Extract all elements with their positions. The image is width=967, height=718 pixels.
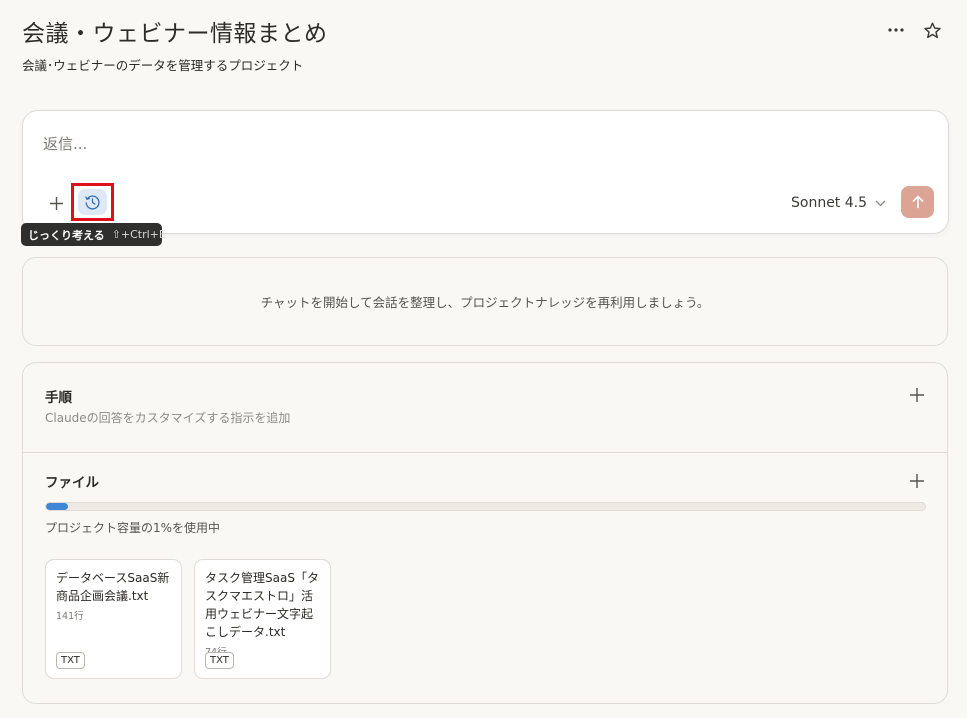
- tooltip-shortcut: ⇧+Ctrl+E: [111, 228, 166, 241]
- project-knowledge-panel: 手順 Claudeの回答をカスタマイズする指示を追加 ファイル プロジェクト容量…: [22, 362, 948, 704]
- star-button[interactable]: [920, 18, 944, 42]
- add-file-button[interactable]: [907, 471, 927, 491]
- message-composer: Sonnet 4.5: [22, 110, 949, 234]
- star-icon: [923, 22, 941, 38]
- reply-input[interactable]: [43, 135, 743, 153]
- instructions-description: Claudeの回答をカスタマイズする指示を追加: [45, 411, 291, 425]
- add-attachment-button[interactable]: [45, 192, 67, 214]
- more-options-button[interactable]: [884, 18, 908, 42]
- file-line-count: 141行: [56, 611, 84, 622]
- file-name: データベースSaaS新商品企画会議.txt: [56, 571, 170, 603]
- more-horizontal-icon: [888, 28, 904, 32]
- send-button[interactable]: [901, 186, 934, 218]
- file-card[interactable]: データベースSaaS新商品企画会議.txt 141行 TXT: [45, 559, 182, 679]
- page-title: 会議・ウェビナー情報まとめ: [22, 21, 328, 47]
- model-name: Sonnet 4.5: [791, 195, 868, 211]
- arrow-up-icon: [912, 195, 923, 209]
- storage-usage-text: プロジェクト容量の1%を使用中: [45, 521, 221, 535]
- plus-icon: [910, 474, 924, 488]
- tooltip-label: じっくり考える: [28, 228, 105, 242]
- clock-icon: [85, 194, 100, 209]
- file-card[interactable]: タスク管理SaaS「タスクマエストロ」活用ウェビナー文字起こしデータ.txt 7…: [194, 559, 331, 679]
- section-divider: [23, 452, 947, 453]
- instructions-title: 手順: [45, 390, 72, 406]
- file-type-badge: TXT: [205, 652, 234, 669]
- file-type-badge: TXT: [56, 652, 85, 669]
- plus-icon: [910, 388, 924, 402]
- empty-state-text: チャットを開始して会話を整理し、プロジェクトナレッジを再利用しましょう。: [260, 295, 710, 310]
- chevron-down-icon: [875, 200, 886, 206]
- extended-thinking-button[interactable]: [78, 189, 107, 215]
- files-title: ファイル: [45, 475, 99, 491]
- empty-chat-card: チャットを開始して会話を整理し、プロジェクトナレッジを再利用しましょう。: [22, 257, 948, 346]
- storage-progress-bar: [45, 502, 926, 511]
- thinking-tooltip: じっくり考える ⇧+Ctrl+E: [21, 223, 166, 246]
- storage-progress-fill: [46, 503, 68, 510]
- page-subtitle: 会議･ウェビナーのデータを管理するプロジェクト: [22, 58, 304, 73]
- file-name: タスク管理SaaS「タスクマエストロ」活用ウェビナー文字起こしデータ.txt: [205, 571, 319, 639]
- model-selector[interactable]: Sonnet 4.5: [791, 193, 886, 213]
- add-instructions-button[interactable]: [907, 385, 927, 405]
- plus-icon: [49, 196, 63, 210]
